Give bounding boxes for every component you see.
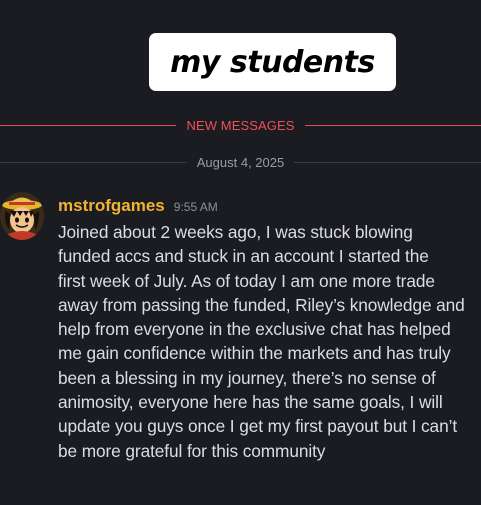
message-timestamp: 9:55 AM <box>173 200 218 214</box>
overlay-title-text: my students <box>170 44 375 80</box>
date-divider: August 4, 2025 <box>0 151 481 173</box>
date-divider-line-left <box>0 161 187 163</box>
date-label: August 4, 2025 <box>196 154 285 170</box>
username[interactable]: mstrofgames <box>58 196 165 216</box>
message-header: mstrofgames 9:55 AM <box>58 196 218 216</box>
date-divider-line-right <box>294 161 481 163</box>
new-messages-label: NEW MESSAGES <box>186 117 295 133</box>
new-messages-divider: NEW MESSAGES <box>0 114 481 136</box>
overlay-title-banner: my students <box>149 33 396 91</box>
divider-line-left <box>0 124 177 126</box>
divider-line-right <box>304 124 481 126</box>
anime-character-straw-hat-avatar-icon[interactable] <box>0 192 44 240</box>
message-text: Joined about 2 weeks ago, I was stuck bl… <box>58 222 465 461</box>
